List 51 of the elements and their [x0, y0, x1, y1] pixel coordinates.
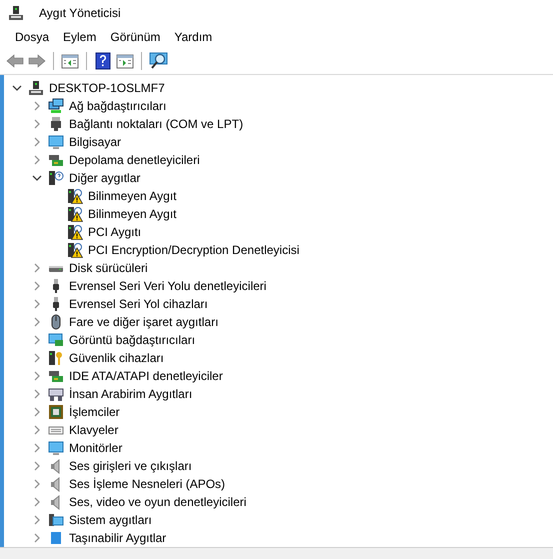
- tree-item[interactable]: DESKTOP-1OSLMF7: [49, 81, 165, 95]
- circuit-card-icon: [48, 152, 64, 168]
- tree-item[interactable]: Ses girişleri ve çıkışları: [69, 459, 192, 473]
- properties-icon[interactable]: [116, 53, 134, 69]
- window-title: Aygıt Yöneticisi: [39, 6, 121, 20]
- menu-item[interactable]: Dosya: [8, 28, 56, 46]
- tree-item[interactable]: Diğer aygıtlar: [69, 171, 140, 185]
- tree-item[interactable]: Fare ve diğer işaret aygıtları: [69, 315, 218, 329]
- menu-item[interactable]: Yardım: [167, 28, 220, 46]
- monitor-magnifier-icon[interactable]: [149, 52, 169, 70]
- menu-item[interactable]: Eylem: [56, 28, 104, 46]
- tree-item[interactable]: Sistem aygıtları: [69, 513, 152, 527]
- computer-icon: [48, 512, 64, 528]
- computer-icon: [28, 80, 44, 96]
- tree-item[interactable]: Taşınabilir Aygıtlar: [69, 531, 166, 545]
- tree-item[interactable]: Ses, video ve oyun denetleyicileri: [69, 495, 246, 509]
- monitor-card-icon: [48, 332, 64, 348]
- tree-item[interactable]: Evrensel Seri Veri Yolu denetleyicileri: [69, 279, 266, 293]
- tree-item[interactable]: PCI Aygıtı: [88, 225, 142, 239]
- tree-item[interactable]: Disk sürücüleri: [69, 261, 148, 275]
- tree-item[interactable]: Bilgisayar: [69, 135, 122, 149]
- tree-item[interactable]: Bağlantı noktaları (COM ve LPT): [69, 117, 244, 131]
- tree-item[interactable]: Ses İşleme Nesneleri (APOs): [69, 477, 226, 491]
- tree-item[interactable]: Bilinmeyen Aygıt: [88, 189, 176, 203]
- tree-item[interactable]: Ağ bağdaştırıcıları: [69, 99, 166, 113]
- network-icon: [48, 98, 64, 114]
- square-icon: [48, 530, 64, 546]
- device-question-icon: [48, 170, 64, 186]
- port-icon: [48, 116, 64, 132]
- tree-item[interactable]: Monitörler: [69, 441, 122, 455]
- tree-item[interactable]: PCI Encryption/Decryption Denetleyicisi: [88, 243, 300, 257]
- tree-item[interactable]: IDE ATA/ATAPI denetleyiciler: [69, 369, 223, 383]
- pane-icon[interactable]: [61, 53, 79, 69]
- tree-item[interactable]: İşlemciler: [69, 405, 120, 419]
- chevron-icon[interactable]: [12, 83, 22, 93]
- tree-item[interactable]: Klavyeler: [69, 423, 118, 437]
- tree-item[interactable]: Güvenlik cihazları: [69, 351, 164, 365]
- tower-key-icon: [48, 350, 64, 366]
- tree-item[interactable]: İnsan Arabirim Aygıtları: [69, 387, 192, 401]
- help-icon[interactable]: [94, 52, 112, 70]
- tree-item[interactable]: Görüntü bağdaştırıcıları: [69, 333, 196, 347]
- monitor-icon: [48, 440, 64, 456]
- computer-icon: [8, 5, 24, 21]
- tree-item[interactable]: Evrensel Seri Yol cihazları: [69, 297, 208, 311]
- chevron-icon[interactable]: [32, 173, 42, 183]
- tree-item[interactable]: Bilinmeyen Aygıt: [88, 207, 176, 221]
- menu-item[interactable]: Görünüm: [103, 28, 168, 46]
- chip-icon: [48, 404, 64, 420]
- monitor-icon: [48, 134, 64, 150]
- tree-item[interactable]: Depolama denetleyicileri: [69, 153, 200, 167]
- circuit-card-icon: [48, 368, 64, 384]
